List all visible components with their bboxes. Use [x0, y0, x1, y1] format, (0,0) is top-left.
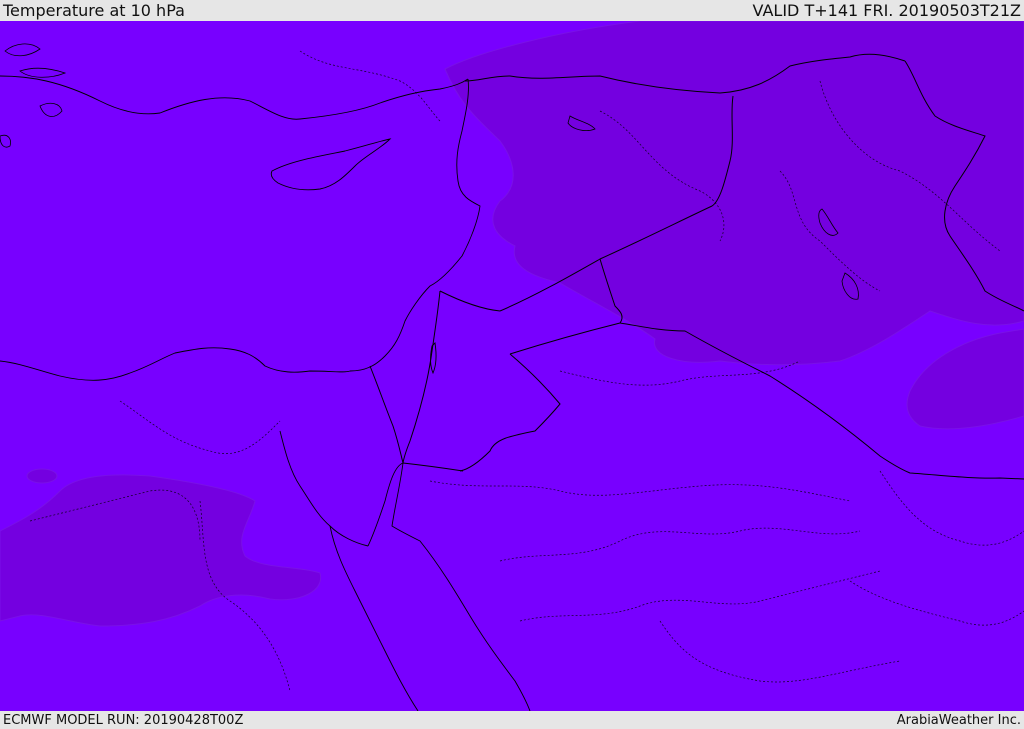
map-header: Temperature at 10 hPa VALID T+141 FRI. 2…	[0, 0, 1024, 21]
cold-spot-west	[26, 468, 58, 484]
model-run: ECMWF MODEL RUN: 20190428T00Z	[3, 712, 244, 728]
valid-time: VALID T+141 FRI. 20190503T21Z	[752, 1, 1021, 20]
weather-map[interactable]	[0, 21, 1024, 711]
map-title: Temperature at 10 hPa	[3, 1, 185, 20]
map-canvas	[0, 21, 1024, 711]
credit: ArabiaWeather Inc.	[896, 712, 1021, 728]
map-footer: ECMWF MODEL RUN: 20190428T00Z ArabiaWeat…	[0, 711, 1024, 729]
